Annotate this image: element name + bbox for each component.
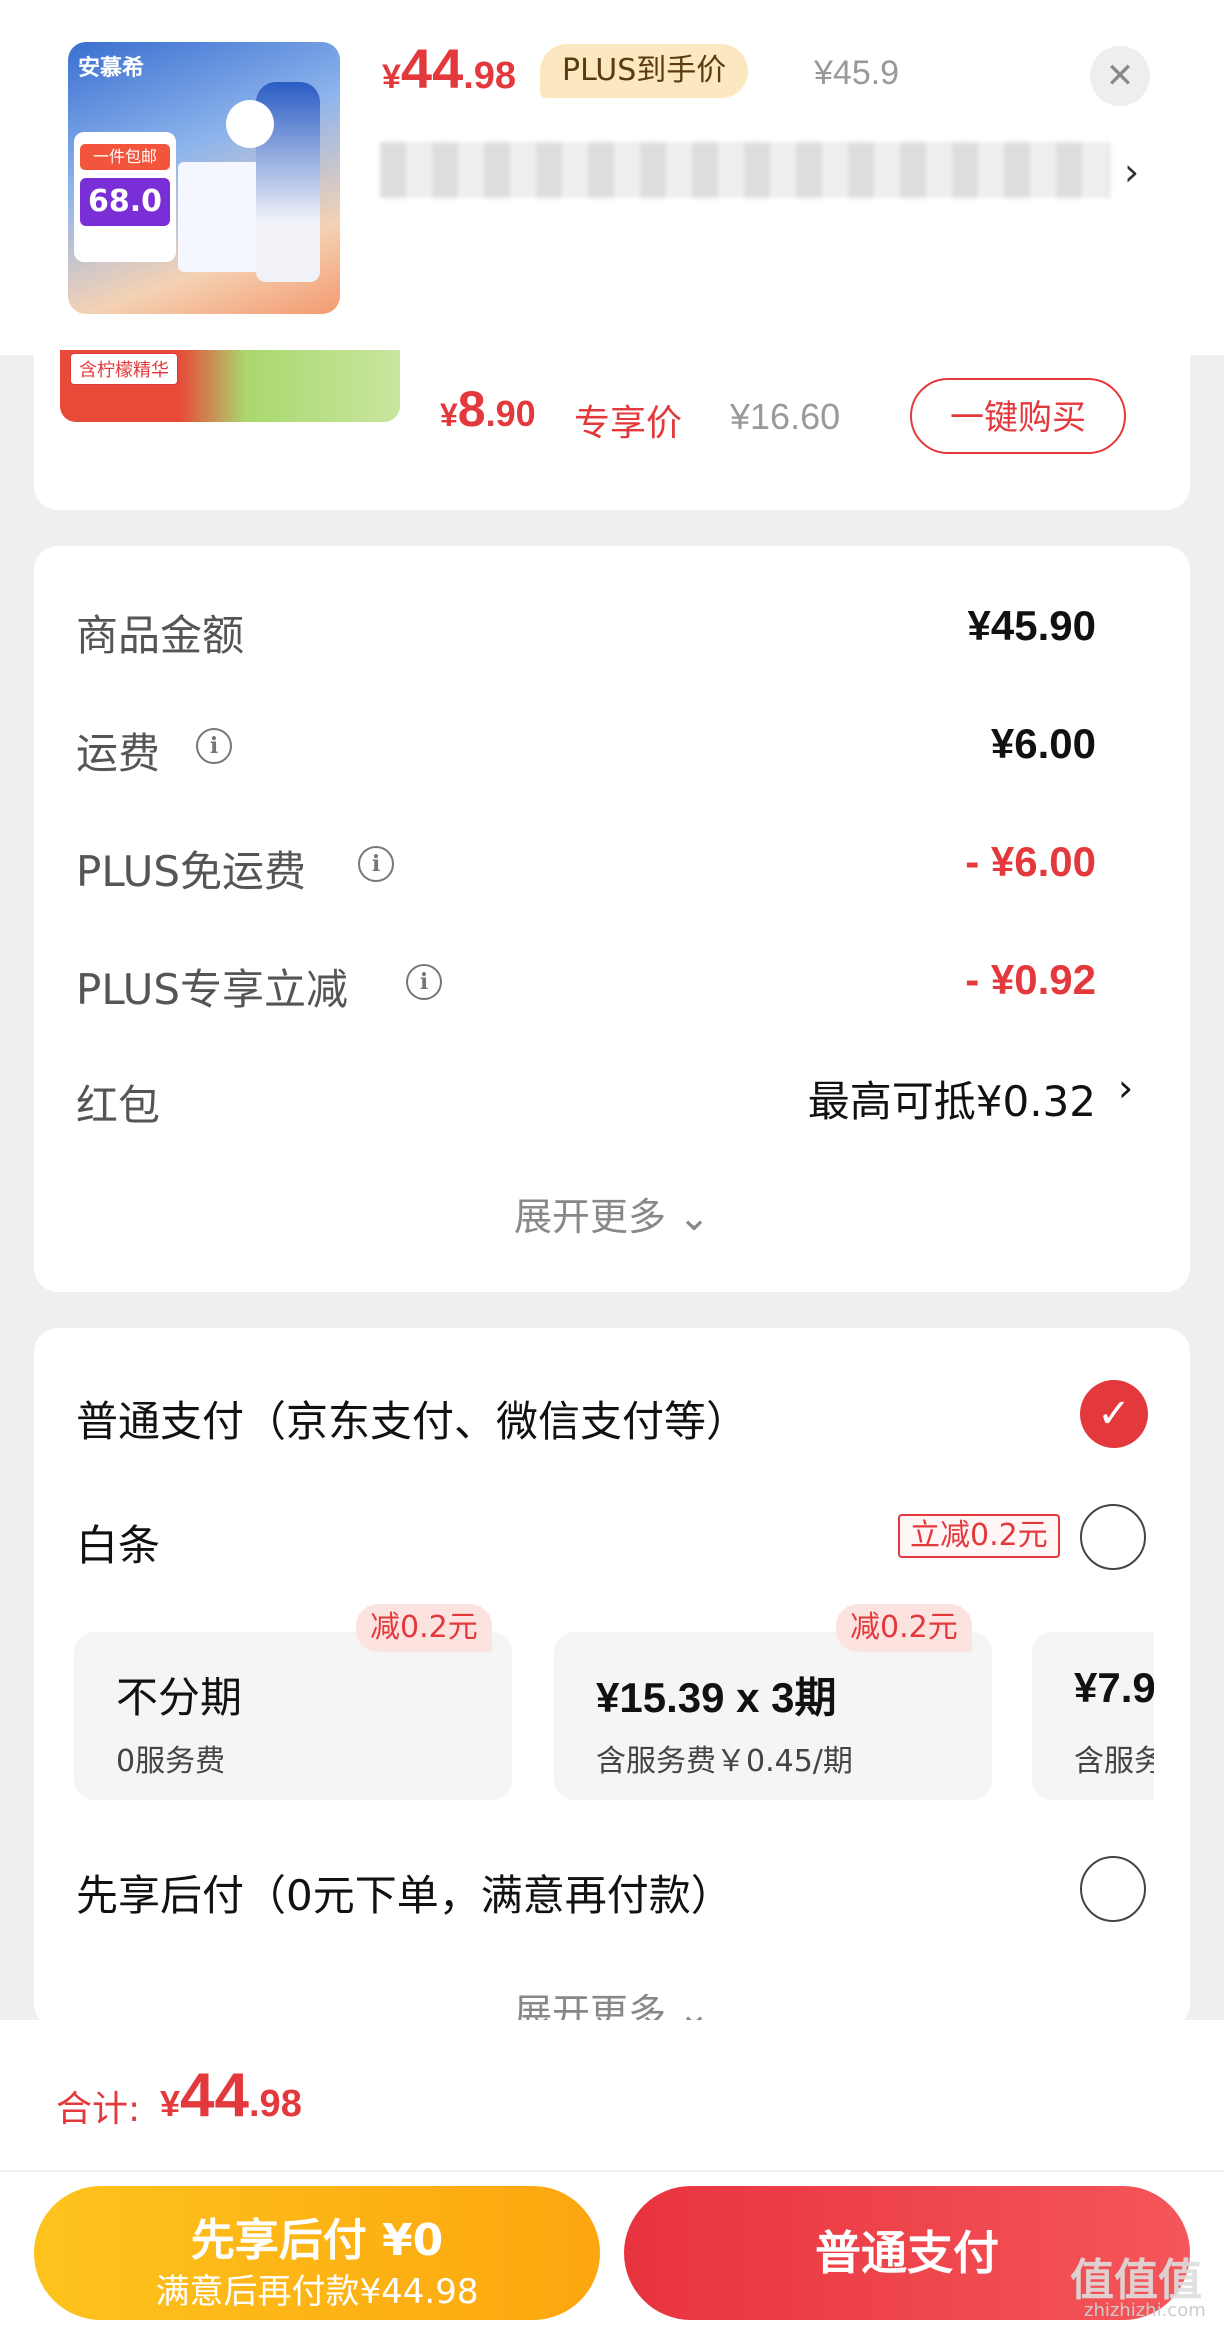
plan-subtitle: 含服务费￥0.45/期 [596,1744,853,1779]
close-icon: ✕ [1105,56,1135,96]
plus-discount-value: - ¥0.92 [965,956,1096,1003]
shipping-value: ¥6.00 [990,720,1096,767]
chevron-right-icon[interactable]: › [1124,150,1139,194]
plan-title: ¥15.39 x 3期 [596,1674,837,1721]
product-thumbnail[interactable]: 安慕希 一件包邮 68.0 [68,42,340,314]
pay-later-option[interactable]: 先享后付（0元下单，满意再付款） [76,1862,733,1923]
recommend-original-price: ¥16.60 [730,396,841,437]
watermark-url: zhizhizhi.com [1084,2300,1206,2321]
pay-later-button[interactable]: 先享后付 ¥0 满意后再付款¥44.98 [34,2186,600,2320]
plan-subtitle: 0服务费 [116,1744,226,1779]
total-label: 合计: [56,2089,141,2130]
red-packet-value[interactable]: 最高可抵¥0.32 [808,1068,1096,1129]
normal-pay-option[interactable]: 普通支付（京东支付、微信支付等） [76,1388,748,1449]
shipping-label: 运费 [76,729,161,778]
check-selected-icon[interactable]: ✓ [1080,1380,1148,1448]
recommend-product-label: 含柠檬精华 [70,353,178,385]
chevron-right-icon[interactable]: › [1118,1066,1133,1110]
pay-later-button-title: 先享后付 ¥0 [190,2215,444,2266]
close-button[interactable]: ✕ [1090,46,1150,106]
plan-title: 不分期 [116,1673,243,1722]
watermark-logo: 值值值 [1070,2255,1202,2306]
baitiao-radio[interactable] [1080,1504,1146,1570]
goods-amount-label: 商品金额 [76,611,245,660]
plus-free-shipping-label: PLUS免运费 [76,847,307,896]
pay-later-radio[interactable] [1080,1856,1146,1922]
header-original-price: ¥45.9 [814,54,900,92]
thumb-badge [226,100,274,148]
plan-discount-badge: 减0.2元 [836,1604,972,1652]
red-packet-label: 红包 [76,1081,161,1130]
pay-later-button-subtitle: 满意后再付款¥44.98 [155,2272,479,2312]
info-icon[interactable]: i [406,964,442,1000]
total-price: ¥44.98 [160,2061,302,2130]
baitiao-option[interactable]: 白条 [76,1512,160,1573]
info-icon[interactable]: i [196,728,232,764]
plan-more-installments[interactable]: ¥7.9 含服务 [1032,1632,1154,1800]
plan-discount-badge: 减0.2元 [356,1604,492,1652]
plan-no-installment[interactable]: 不分期 0服务费 [74,1632,512,1800]
plan-subtitle: 含服务 [1074,1744,1154,1779]
blurred-address[interactable] [380,142,1110,198]
thumb-brand: 安慕希 [78,56,145,81]
one-click-buy-button[interactable]: 一键购买 [910,378,1126,454]
plus-price-tag: PLUS到手价 [540,44,749,98]
plus-free-shipping-value: - ¥6.00 [965,838,1096,885]
goods-amount-value: ¥45.90 [967,602,1096,649]
chevron-down-icon: ⌄ [678,1195,710,1239]
baitiao-discount-tag: 立减0.2元 [898,1514,1060,1558]
expand-more-amounts[interactable]: 展开更多 ⌄ [0,1186,1224,1241]
recommend-price: ¥8.90 [440,381,536,437]
plan-title: ¥7.9 [1074,1664,1154,1711]
header-price: ¥44.98 [382,37,517,100]
plan-3-installments[interactable]: ¥15.39 x 3期 含服务费￥0.45/期 [554,1632,992,1800]
recommend-price-tag: 专享价 [574,403,683,444]
info-icon[interactable]: i [358,846,394,882]
divider [0,2170,1224,2172]
thumb-promo-price: 68.0 [80,178,170,226]
thumb-product-box [178,162,268,272]
plus-discount-label: PLUS专享立减 [76,965,349,1014]
thumb-promo-top: 一件包邮 [80,144,170,170]
installment-plans: 不分期 0服务费 减0.2元 ¥15.39 x 3期 含服务费￥0.45/期 减… [34,1590,1154,1820]
